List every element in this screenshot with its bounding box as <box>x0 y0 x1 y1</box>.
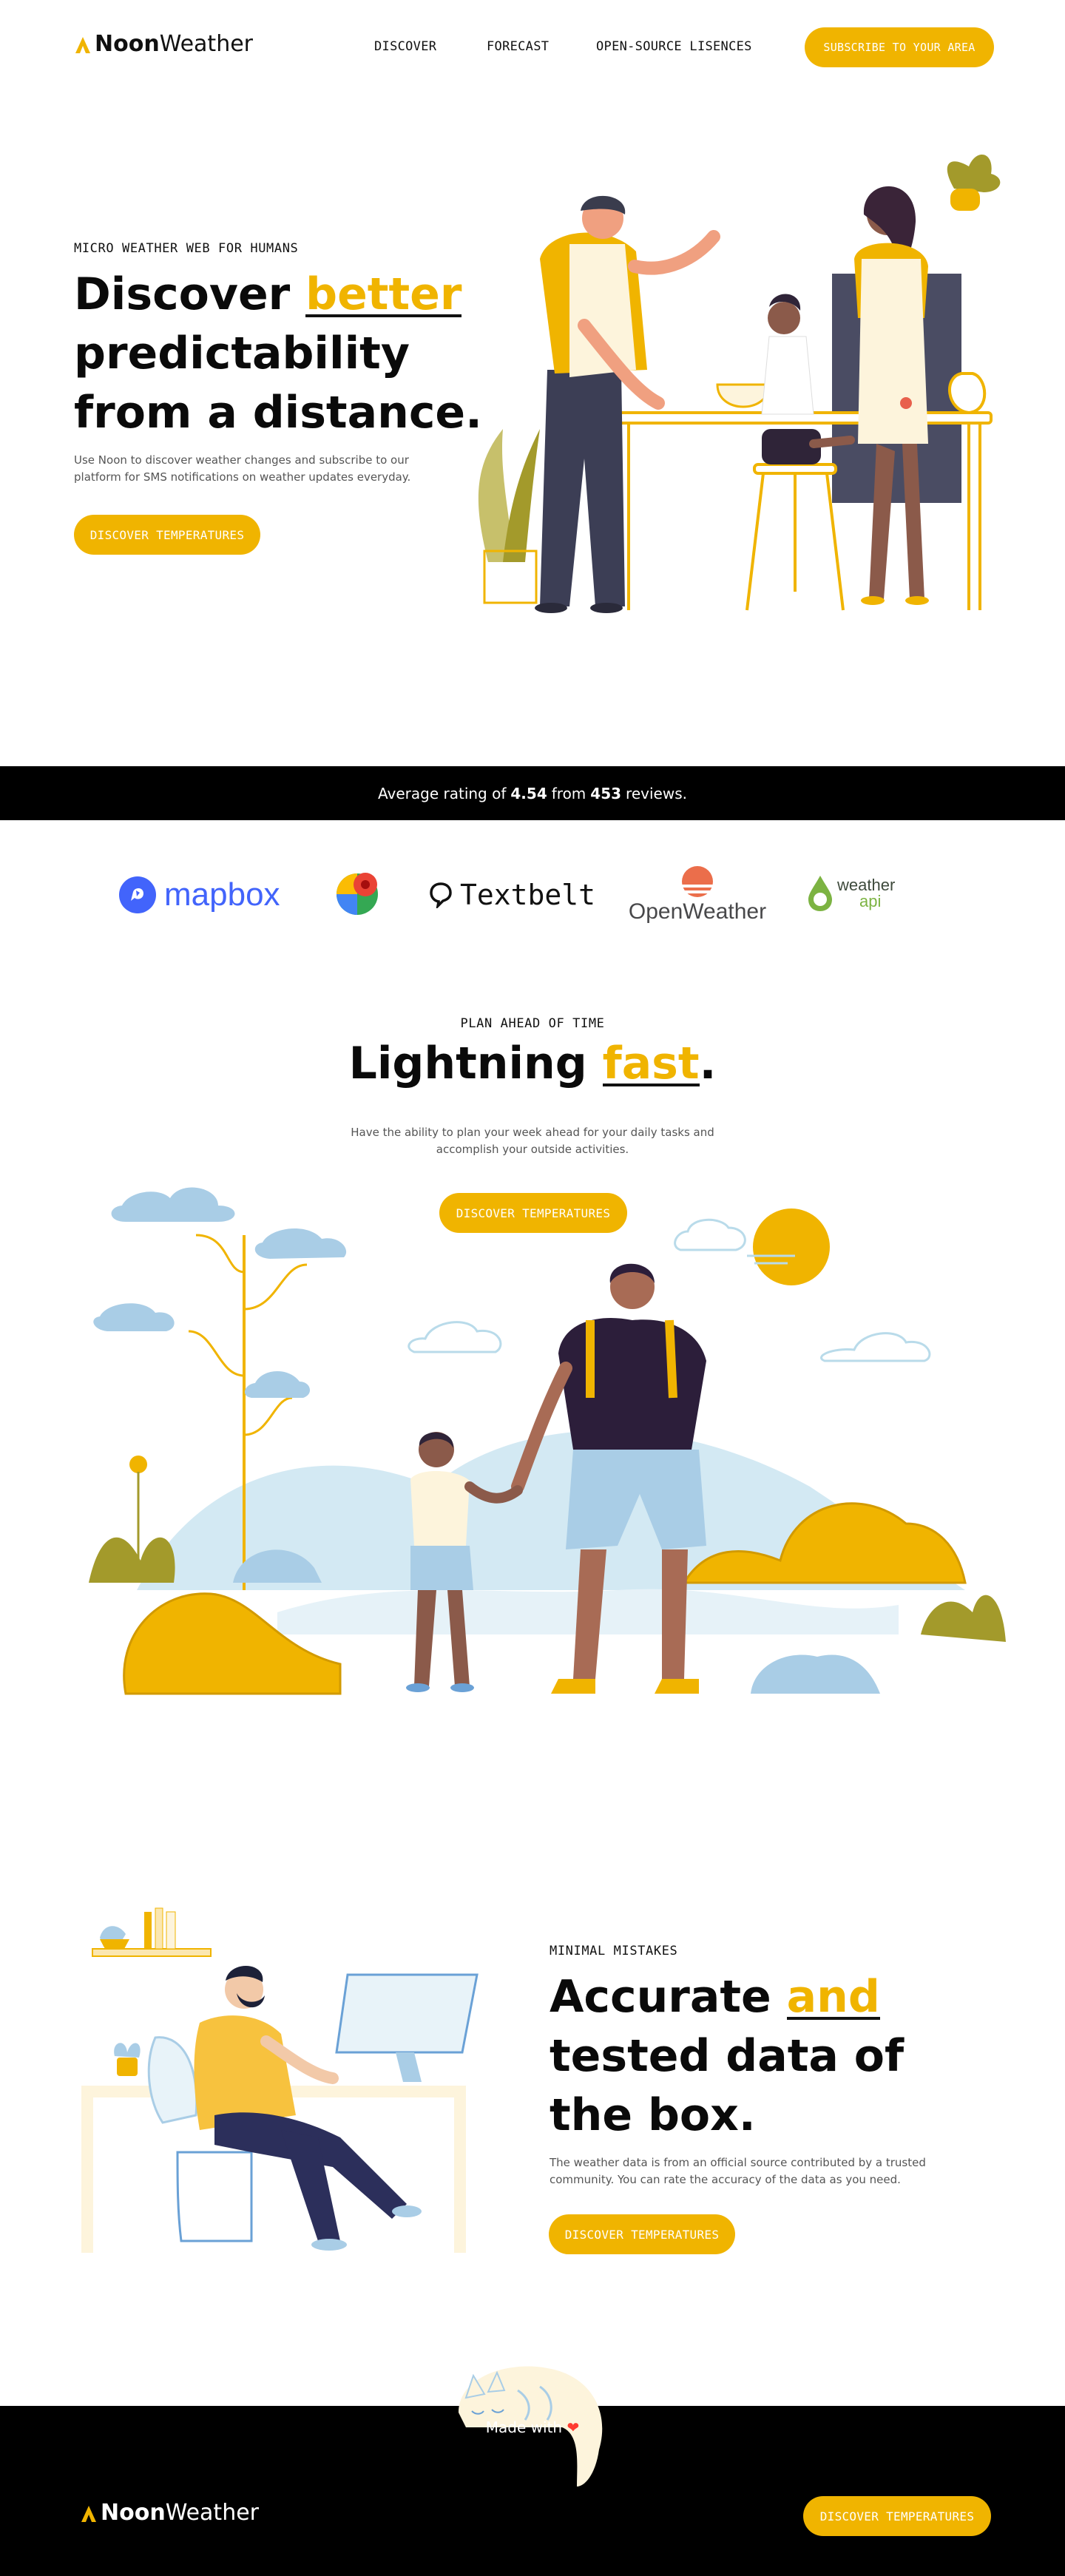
heart-icon: ❤ <box>567 2418 580 2436</box>
section3-discover-button[interactable]: DISCOVER TEMPERATURES <box>549 2214 735 2254</box>
section3-title-line2: tested data of <box>550 2030 905 2082</box>
subscribe-button[interactable]: SUBSCRIBE TO YOUR AREA <box>805 27 994 67</box>
chat-bubble-icon <box>430 882 452 908</box>
partner-weatherapi: weather api <box>806 874 895 913</box>
logo[interactable]: Noon Weather <box>74 31 253 57</box>
made-with-label: Made with <box>485 2418 563 2436</box>
logo-mark-icon <box>75 36 90 53</box>
footer-logo-text-light: Weather <box>165 2500 260 2526</box>
section2-title-pre: Lightning <box>348 1038 603 1089</box>
footer-logo-text-bold: Noon <box>101 2500 166 2526</box>
section2-title-post: . <box>699 1038 717 1089</box>
designer-desk-illustration <box>81 1907 479 2253</box>
mapbox-icon <box>119 876 156 913</box>
rating-prefix: Average rating of <box>378 784 507 802</box>
weatherapi-word-2: api <box>859 892 882 910</box>
rating-banner: Average rating of 4.54 from 453 reviews. <box>0 766 1065 820</box>
logo-text-light: Weather <box>159 31 254 57</box>
weatherapi-drop-icon <box>808 876 832 911</box>
hero-description: Use Noon to discover weather changes and… <box>74 453 411 484</box>
section2-description-line2: accomplish your outside activities. <box>436 1143 629 1156</box>
footer-discover-button[interactable]: DISCOVER TEMPERATURES <box>803 2496 991 2536</box>
rating-suffix: reviews. <box>626 784 687 802</box>
section3-title-pre: Accurate <box>550 1971 787 2023</box>
made-with-text: Made with ❤ <box>0 2418 1065 2436</box>
openweather-sun-icon <box>677 866 718 897</box>
section2-description: Have the ability to plan your week ahead… <box>0 1124 1065 1158</box>
section2-description-line1: Have the ability to plan your week ahead… <box>351 1126 714 1139</box>
section3-title-highlight: and <box>786 1971 880 2023</box>
weatherapi-word-1: weather <box>837 876 896 894</box>
hero-eyebrow: MICRO WEATHER WEB FOR HUMANS <box>74 241 299 256</box>
rating-score: 4.54 <box>510 784 547 802</box>
google-maps-icon <box>337 873 378 915</box>
section3-title-line3: the box. <box>550 2089 756 2141</box>
logo-text-bold: Noon <box>95 31 160 57</box>
partner-openweather: OpenWeather <box>627 865 768 924</box>
section2-title-highlight: fast <box>602 1038 700 1089</box>
section2-title: Lightning fast. <box>0 1034 1065 1093</box>
rating-count: 453 <box>590 784 622 802</box>
openweather-wordmark: OpenWeather <box>628 899 767 924</box>
family-cooking-illustration <box>478 154 1001 613</box>
partner-mapbox: mapbox <box>118 876 280 914</box>
textbelt-wordmark: Textbelt <box>460 879 596 911</box>
logo-mark-icon <box>81 2505 96 2522</box>
section3-title: Accurate and tested data of the box. <box>550 1967 1008 2145</box>
nav-discover[interactable]: DISCOVER <box>374 39 436 54</box>
hero-title-line2: predictability <box>74 328 410 379</box>
nav-forecast[interactable]: FORECAST <box>487 39 549 54</box>
hero-title-highlight: better <box>305 268 462 320</box>
hero-title-pre: Discover <box>74 268 306 320</box>
father-son-walk-illustration <box>89 1187 1006 1695</box>
section2-eyebrow: PLAN AHEAD OF TIME <box>460 1016 605 1031</box>
footer-logo[interactable]: Noon Weather <box>80 2500 259 2526</box>
mapbox-wordmark: mapbox <box>164 876 280 913</box>
hero-title-line3: from a distance. <box>74 387 482 439</box>
partner-textbelt: Textbelt <box>429 879 595 911</box>
section3-description: The weather data is from an official sou… <box>550 2156 926 2186</box>
hero-discover-button[interactable]: DISCOVER TEMPERATURES <box>74 515 260 555</box>
section3-eyebrow: MINIMAL MISTAKES <box>550 1944 678 1958</box>
nav-open-source-licenses[interactable]: OPEN-SOURCE LISENCES <box>596 39 752 54</box>
rating-mid: from <box>551 784 586 802</box>
